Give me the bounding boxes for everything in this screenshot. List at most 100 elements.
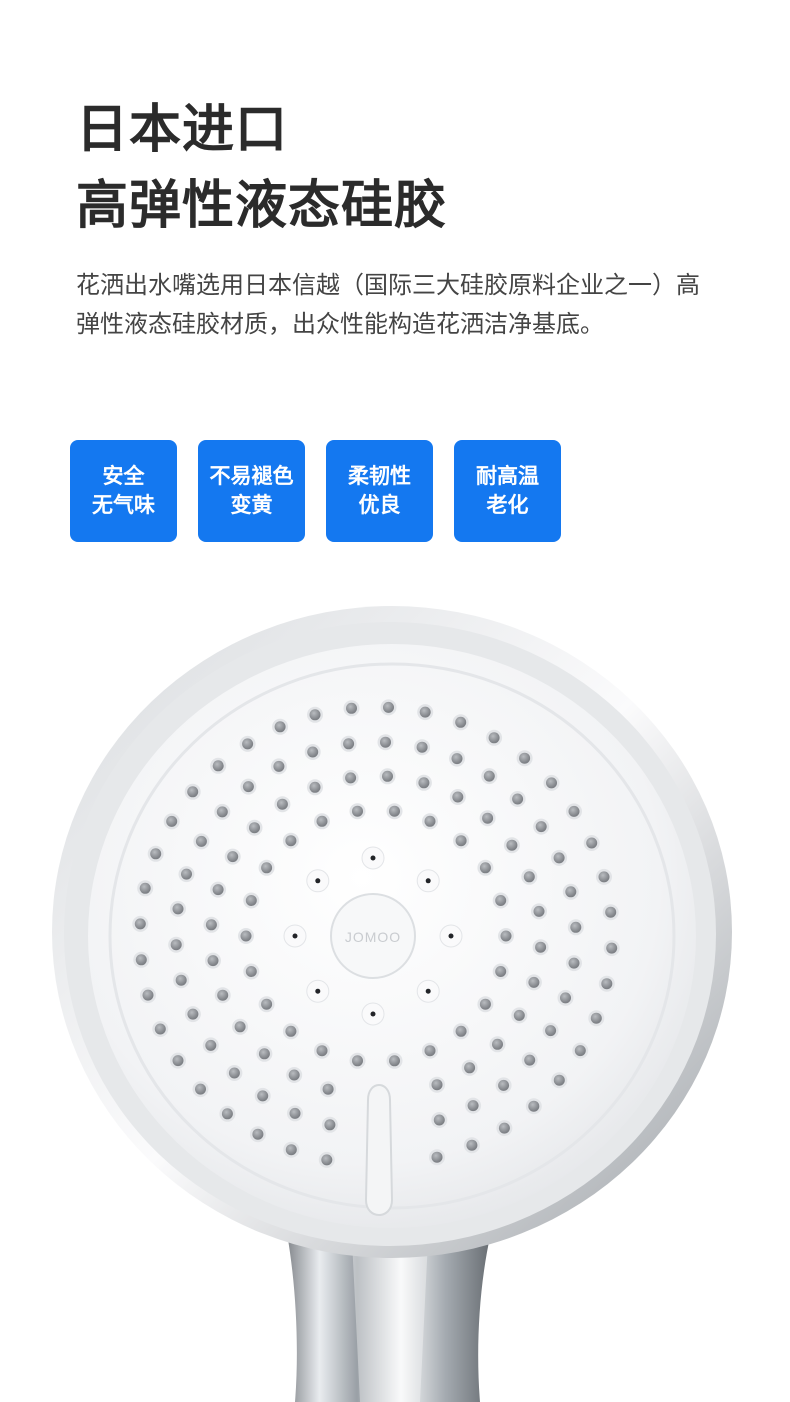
nozzle-tip (419, 706, 431, 718)
nozzle-tip (495, 895, 507, 906)
nozzle-tip (307, 746, 319, 758)
nozzle-tip (234, 1021, 246, 1033)
badge-no-fade: 不易褪色 变黄 (198, 440, 305, 542)
badge-line: 优良 (358, 493, 401, 517)
nozzle-tip (590, 1012, 602, 1024)
nozzle-tip (352, 1055, 363, 1067)
nozzle-tip (274, 721, 286, 733)
nozzle-tip (288, 1069, 300, 1081)
nozzle-tip (207, 955, 219, 967)
nozzle-tip (467, 1100, 479, 1112)
badge-line: 安全 (102, 464, 145, 488)
center-jet-hole (425, 988, 431, 994)
nozzle-tip (533, 905, 545, 917)
nozzle-tip (242, 781, 254, 793)
nozzle-tip (424, 815, 436, 827)
nozzle-tip (216, 806, 228, 818)
nozzle-tip (500, 930, 512, 942)
nozzle-tip (289, 1107, 301, 1119)
badge-line: 无气味 (92, 493, 155, 517)
nozzle-tip (389, 805, 400, 817)
badge-flexible: 柔韧性 优良 (326, 440, 433, 542)
nozzle-tip (285, 1025, 297, 1037)
nozzle-tip (172, 1055, 184, 1067)
nozzle-tip (455, 1025, 467, 1037)
nozzle-tip (488, 732, 500, 744)
badge-line: 耐高温 (476, 464, 539, 488)
nozzle-tip (574, 1045, 586, 1057)
nozzle-tip (570, 921, 582, 933)
nozzle-tip (135, 954, 147, 966)
nozzle-tip (240, 930, 252, 942)
nozzle-tip (383, 701, 394, 713)
nozzle-tip (249, 822, 260, 834)
nozzle-tip (321, 1154, 333, 1166)
nozzle-tip (479, 998, 491, 1010)
brand-logo: JOMOO (345, 929, 401, 945)
nozzle-tip (605, 906, 617, 918)
nozzle-tip (212, 760, 224, 772)
nozzle-tip (482, 812, 494, 824)
nozzle-tip (568, 957, 580, 969)
nozzle-tip (498, 1122, 510, 1134)
nozzle-tip (205, 1039, 217, 1051)
nozzle-tip (560, 992, 571, 1004)
center-jet-hole (370, 1011, 376, 1017)
nozzle-tip (513, 1009, 525, 1021)
nozzle-tip (455, 835, 467, 847)
nozzle-tip (154, 1023, 166, 1035)
nozzle-tip (195, 835, 207, 847)
headline-line-1: 日本进口 (76, 100, 289, 160)
badge-heat-resistant: 耐高温 老化 (454, 440, 561, 542)
nozzle-tip (273, 760, 285, 772)
nozzle-tip (142, 989, 154, 1001)
center-jet-hole (425, 878, 431, 884)
nozzle-tip (601, 978, 613, 990)
nozzle-tip (528, 1100, 540, 1112)
nozzle-tip (492, 1038, 503, 1050)
nozzle-tip (523, 871, 535, 883)
badge-line: 变黄 (230, 493, 273, 517)
shower-head-image: JOMOO (0, 560, 790, 1402)
nozzle-tip (217, 989, 229, 1001)
headline: 日本进口 高弹性液态硅胶 (76, 92, 447, 244)
nozzle-tip (506, 839, 518, 851)
nozzle-tip (134, 918, 146, 930)
nozzle-tip (309, 781, 321, 793)
nozzle-tip (535, 821, 547, 833)
nozzle-tip (166, 815, 178, 827)
mode-switch (364, 1084, 394, 1216)
nozzle-tip (212, 884, 224, 896)
nozzle-tip (545, 1025, 557, 1037)
nozzle-tip (285, 835, 297, 847)
nozzle-tip (352, 805, 363, 817)
nozzle-tip (245, 895, 257, 906)
center-jet-hole (370, 855, 376, 861)
nozzle-tip (512, 793, 524, 805)
shower-head-illustration: JOMOO (52, 606, 732, 1402)
nozzle-tip (586, 837, 598, 849)
nozzle-tip (389, 1055, 400, 1067)
nozzle-tip (258, 1048, 270, 1060)
nozzle-tip (322, 1083, 334, 1095)
nozzle-tip (416, 741, 428, 753)
nozzle-tip (418, 777, 430, 789)
badge-line: 老化 (486, 493, 529, 517)
nozzle-tip (466, 1139, 478, 1151)
nozzle-tip (245, 966, 257, 977)
nozzle-tip (451, 753, 463, 765)
nozzle-tip (524, 1054, 536, 1066)
nozzle-tip (568, 805, 580, 817)
nozzle-tip (228, 1067, 240, 1079)
nozzle-tip (464, 1062, 476, 1074)
nozzle-tip (606, 942, 618, 954)
feature-badges: 安全 无气味 不易褪色 变黄 柔韧性 优良 耐高温 老化 (70, 440, 561, 542)
nozzle-tip (345, 772, 357, 784)
nozzle-tip (380, 736, 391, 748)
nozzle-tip (479, 862, 491, 874)
nozzle-tip (346, 702, 357, 714)
center-jet-hole (315, 988, 321, 994)
nozzle-tip (553, 1074, 565, 1086)
nozzle-tip (187, 1008, 199, 1020)
nozzle-tip (170, 939, 182, 951)
